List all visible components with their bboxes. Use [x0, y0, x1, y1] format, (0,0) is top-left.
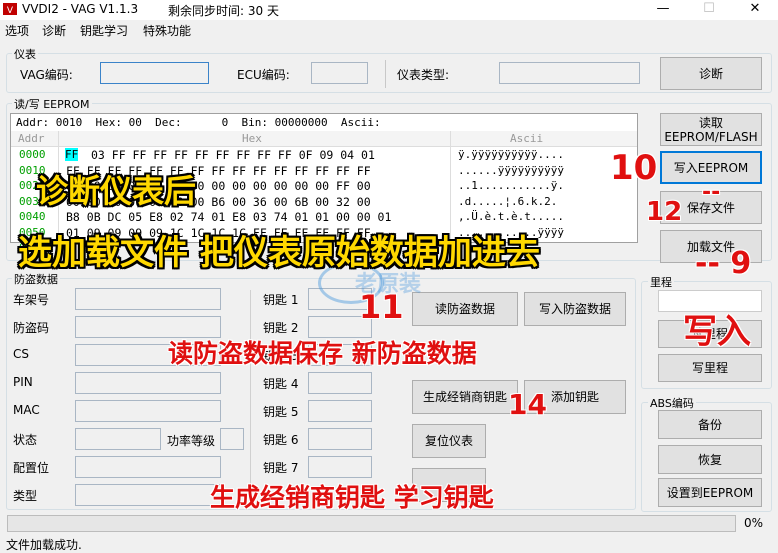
read-immo-data-button[interactable]: 读防盗数据 [412, 292, 518, 326]
annotation-gen-dealer-key: 生成经销商钥匙 学习钥匙 [210, 483, 494, 512]
cs-label: CS [13, 347, 29, 361]
row-address: 0000 [19, 148, 46, 161]
power-level-label: 功率等级 [167, 434, 216, 448]
progress-bar [7, 515, 736, 532]
row-ascii[interactable]: ......ÿÿÿÿÿÿÿÿÿÿ [458, 164, 564, 177]
ecu-code-label: ECU编码: [237, 68, 290, 82]
title-bar: V VVDI2 - VAG V1.1.3 剩余同步时间: 30 天 — ☐ ✕ [0, 0, 778, 20]
key-1-label: 钥匙 1 [263, 293, 299, 307]
menu-options[interactable]: 选项 [5, 22, 29, 39]
status-text: 文件加载成功. [6, 538, 82, 552]
row-ascii[interactable]: ..1...........ÿ. [458, 179, 564, 192]
vag-code-field[interactable] [100, 62, 209, 84]
generate-dealer-key-button[interactable]: 生成经销商钥匙 [412, 380, 518, 414]
addr-value: 0010 [55, 116, 83, 129]
eeprom-legend: 读/写 EEPROM [12, 96, 92, 112]
key-7-field[interactable] [308, 456, 372, 478]
key-6-field[interactable] [308, 428, 372, 450]
annotation-load-file: 选加载文件 把仪表原始数据加进去 [18, 233, 540, 273]
key-6-label: 钥匙 6 [263, 433, 299, 447]
addr-label: Addr: [16, 116, 50, 129]
annotation-step-12: 12 [646, 197, 683, 227]
divider [250, 290, 251, 490]
key-4-label: 钥匙 4 [263, 377, 299, 391]
row-ascii[interactable]: .d.....¦.6.k.2. [458, 195, 557, 208]
progress-percent: 0% [744, 516, 764, 530]
pin-field[interactable] [75, 372, 221, 394]
annotation-diagnose-then: 诊断仪表后 [36, 172, 197, 210]
pin-label: PIN [13, 375, 33, 389]
annotation-step-10: 10 [610, 148, 658, 188]
status-field[interactable] [75, 428, 161, 450]
divider [385, 60, 386, 88]
menu-key-learning[interactable]: 钥匙学习 [80, 22, 128, 39]
sync-remaining-text: 剩余同步时间: 30 天 [168, 4, 279, 18]
instrument-type-label: 仪表类型: [397, 68, 450, 82]
dec-value: 0 [221, 116, 229, 129]
type-field[interactable] [75, 484, 221, 506]
annotation-step-11: 11 [359, 288, 404, 326]
config-bits-label: 配置位 [13, 461, 50, 475]
key-5-field[interactable] [308, 400, 372, 422]
hex-value: 00 [128, 116, 142, 129]
mac-field[interactable] [75, 400, 221, 422]
power-level-field [220, 428, 244, 450]
config-bits-field[interactable] [75, 456, 221, 478]
write-mileage-button[interactable]: 写里程 [658, 354, 762, 382]
instrument-type-field[interactable] [499, 62, 640, 84]
column-ascii-header: Ascii [510, 132, 544, 145]
write-immo-data-button[interactable]: 写入防盗数据 [524, 292, 626, 326]
close-button[interactable]: ✕ [732, 0, 778, 20]
reset-instrument-button[interactable]: 复位仪表 [412, 424, 486, 458]
set-to-eeprom-button[interactable]: 设置到EEPROM [658, 478, 762, 507]
vin-label: 车架号 [13, 293, 50, 307]
ecu-code-field[interactable] [311, 62, 368, 84]
row-ascii[interactable]: ,.Ü.è.t.è.t..... [458, 210, 564, 223]
mileage-legend: 里程 [648, 274, 674, 290]
key-5-label: 钥匙 5 [263, 405, 299, 419]
key-7-label: 钥匙 7 [263, 461, 299, 475]
menu-special-functions[interactable]: 特殊功能 [143, 22, 191, 39]
bin-value: 00000000 [274, 116, 328, 129]
status-label: 状态 [13, 433, 38, 447]
abs-legend: ABS编码 [648, 395, 696, 411]
hex-info-line: Addr: 0010 Hex: 00 Dec: 0 Bin: 00000000 … [16, 116, 387, 129]
read-eeprom-flash-button[interactable]: 读取 EEPROM/FLASH [660, 113, 762, 146]
bin-label: Bin: [241, 116, 269, 129]
minimize-button[interactable]: — [640, 0, 686, 20]
row-hex-bytes[interactable]: B8 0B DC 05 E8 02 74 01 E8 03 74 01 01 0… [66, 210, 391, 224]
row-ascii[interactable]: ÿ.ÿÿÿÿÿÿÿÿÿÿ.... [458, 148, 564, 161]
type-label: 类型 [13, 489, 38, 503]
instrument-legend: 仪表 [12, 46, 38, 62]
abs-restore-button[interactable]: 恢复 [658, 445, 762, 474]
diagnose-button[interactable]: 诊断 [660, 57, 762, 90]
annotation-dash: -- [702, 180, 721, 205]
annotation-step-9: -- 9 [695, 246, 752, 281]
annotation-read-immo: 读防盗数据保存 新防盗数据 [168, 339, 477, 368]
ascii-label: Ascii: [340, 116, 381, 129]
key-4-field[interactable] [308, 372, 372, 394]
column-hex-header: Hex [242, 132, 262, 145]
immo-code-label: 防盗码 [13, 321, 50, 335]
window-title: VVDI2 - VAG V1.1.3 [22, 2, 139, 16]
dec-label: Dec: [155, 116, 182, 129]
annotation-write: 写入 [683, 312, 751, 352]
svg-text:V: V [7, 6, 14, 16]
mac-label: MAC [13, 403, 40, 417]
row-hex-bytes[interactable]: 03 FF FF FF FF FF FF FF FF FF 0F 09 04 0… [91, 148, 375, 162]
annotation-step-14: 14 [508, 388, 547, 421]
menu-diagnose[interactable]: 诊断 [42, 22, 66, 39]
vin-field[interactable] [75, 288, 221, 310]
abs-backup-button[interactable]: 备份 [658, 410, 762, 439]
hex-label: Hex: [95, 116, 123, 129]
column-addr-header: Addr [18, 132, 45, 145]
maximize-button[interactable]: ☐ [686, 0, 732, 20]
app-icon: V [3, 3, 17, 16]
selected-byte[interactable]: FF [65, 148, 79, 161]
vag-code-label: VAG编码: [20, 68, 73, 82]
